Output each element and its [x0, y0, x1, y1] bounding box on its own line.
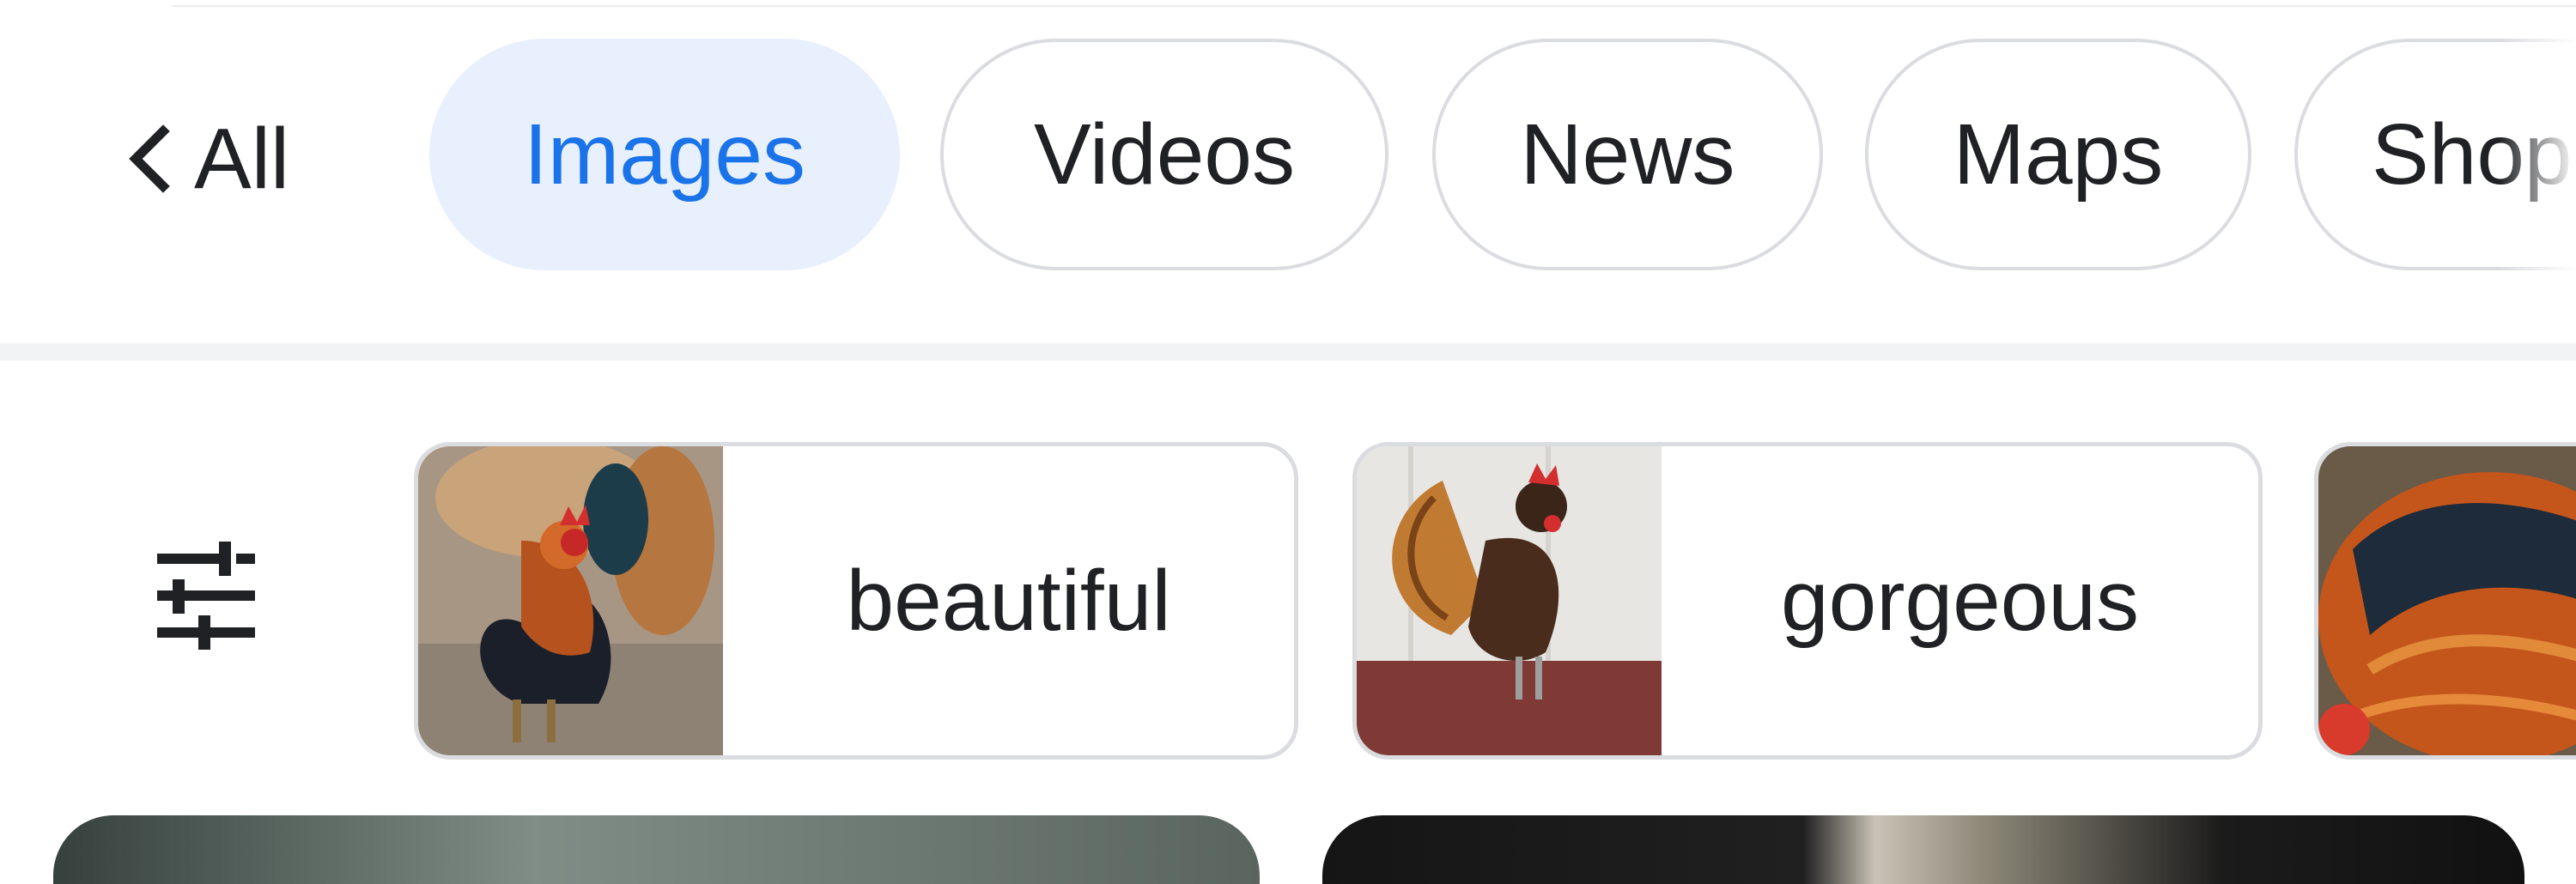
chip-thumbnail [1357, 446, 1662, 755]
refinement-chip-gorgeous[interactable]: gorgeous [1352, 442, 2263, 760]
back-to-all-label: All [194, 110, 290, 207]
chip-thumbnail [2318, 446, 2576, 755]
section-divider [0, 343, 2576, 360]
tab-images[interactable]: Images [429, 39, 900, 270]
tab-news-label: News [1520, 106, 1735, 203]
search-tools-button[interactable] [129, 524, 275, 669]
image-result-card[interactable] [1322, 815, 2524, 884]
tab-videos[interactable]: Videos [940, 39, 1388, 270]
tab-videos-label: Videos [1034, 106, 1295, 203]
tab-maps-label: Maps [1953, 106, 2164, 203]
chevron-left-icon [129, 124, 170, 193]
image-result-card[interactable] [53, 815, 1260, 884]
back-to-all-button[interactable]: All [120, 34, 289, 283]
chip-thumbnail [418, 446, 723, 755]
tab-maps[interactable]: Maps [1865, 39, 2251, 270]
chip-label: gorgeous [1781, 552, 2139, 649]
chip-label: beautiful [846, 552, 1171, 649]
refinement-chip-beautiful[interactable]: beautiful [414, 442, 1298, 760]
tabs-fade-overlay [2499, 34, 2576, 283]
search-type-tabs: All Images Videos News Maps Shop [0, 34, 2576, 283]
tune-sliders-icon [157, 542, 255, 650]
tab-news[interactable]: News [1432, 39, 1823, 270]
search-box-bottom-edge [172, 0, 2576, 7]
refinement-chip-partial[interactable] [2314, 442, 2576, 760]
tab-images-label: Images [524, 106, 805, 203]
